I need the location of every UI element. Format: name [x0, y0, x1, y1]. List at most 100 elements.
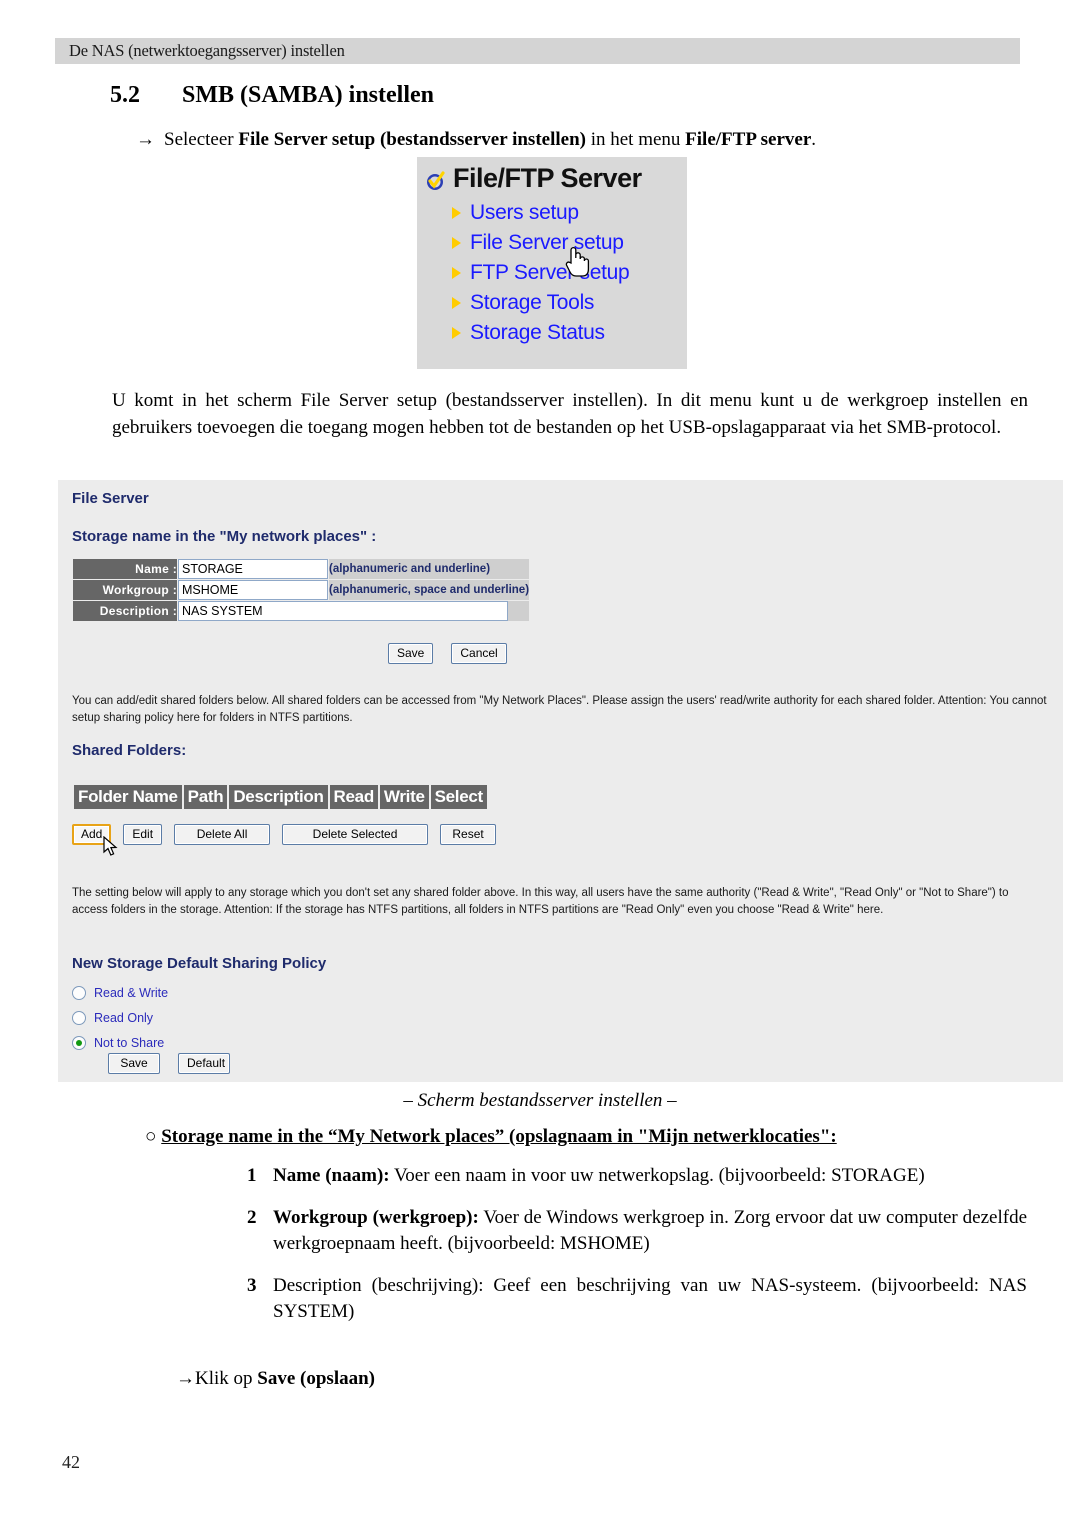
triangle-bullet-icon: [452, 207, 461, 219]
cancel-button[interactable]: Cancel: [451, 643, 507, 664]
ftp-menu-item-storage-tools[interactable]: Storage Tools: [452, 288, 687, 318]
ftp-menu-item-users-setup[interactable]: Users setup: [452, 198, 687, 228]
ftp-menu-item-label: Storage Tools: [470, 291, 595, 314]
figure-caption: – Scherm bestandsserver instellen –: [403, 1090, 677, 1111]
form-row-description: Description :: [72, 600, 531, 622]
column-header-select: Select: [430, 785, 487, 809]
sharing-policy-heading: New Storage Default Sharing Policy: [72, 955, 327, 972]
blue-circle-check-icon: [425, 168, 446, 190]
form-row-workgroup: Workgroup : (alphanumeric, space and und…: [72, 579, 531, 601]
column-header-folder-name: Folder Name: [74, 785, 182, 809]
ftp-menu-title: File/FTP Server: [417, 157, 687, 194]
radio-option-not-to-share[interactable]: Not to Share: [72, 1030, 168, 1055]
list-item-rest: Description (beschrijving): Geef een bes…: [273, 1275, 1027, 1322]
intro-text-3: .: [811, 129, 817, 150]
list-item: 2 Workgroup (werkgroep): Voer de Windows…: [247, 1205, 1027, 1256]
radio-icon[interactable]: [72, 1010, 86, 1025]
klik-bold: Save (opslaan): [257, 1368, 375, 1389]
policy-default-button[interactable]: Default: [178, 1053, 230, 1074]
running-header-text: De NAS (netwerktoegangsserver) instellen: [69, 41, 345, 60]
ftp-menu-item-storage-status[interactable]: Storage Status: [452, 318, 687, 348]
arrow-icon: →: [176, 1368, 195, 1389]
edit-button[interactable]: Edit: [123, 824, 163, 845]
running-header: De NAS (netwerktoegangsserver) instellen: [55, 38, 1020, 64]
ftp-menu-item-ftp-server-setup[interactable]: FTP Server setup: [452, 258, 687, 288]
workgroup-input[interactable]: [178, 580, 328, 600]
radio-label: Not to Share: [94, 1035, 165, 1050]
column-header-path: Path: [183, 785, 228, 809]
column-header-description: Description: [229, 785, 328, 809]
shared-folders-heading: Shared Folders:: [72, 742, 187, 759]
body-paragraph: U komt in het scherm File Server setup (…: [112, 390, 1028, 438]
storage-name-section-heading: ○ Storage name in the “My Network places…: [145, 1126, 1035, 1148]
shared-folders-actions: Add Edit Delete All Delete Selected Rese…: [72, 824, 497, 856]
list-item-bold: Name (naam):: [273, 1165, 390, 1186]
radio-option-read-write[interactable]: Read & Write: [72, 980, 168, 1005]
delete-selected-button[interactable]: Delete Selected: [282, 824, 429, 845]
ftp-menu-item-label: File Server setup: [470, 231, 624, 254]
ftp-menu-item-label: Storage Status: [470, 321, 605, 344]
circle-bullet-icon: ○: [145, 1126, 157, 1147]
sharing-policy-options: Read & Write Read Only Not to Share: [72, 980, 168, 1055]
workgroup-field-cell: [177, 579, 329, 601]
list-item: 3 Description (beschrijving): Geef een b…: [247, 1273, 1027, 1324]
ftp-menu-item-label: Users setup: [470, 201, 579, 224]
storage-name-actions: Save Cancel: [388, 643, 507, 664]
name-field-label: Name :: [72, 558, 178, 580]
workgroup-field-label: Workgroup :: [72, 579, 178, 601]
list-item-text: Description (beschrijving): Geef een bes…: [273, 1273, 1027, 1324]
radio-label: Read Only: [94, 1010, 154, 1025]
reset-button[interactable]: Reset: [440, 824, 497, 845]
sharing-policy-actions: Save Default: [108, 1053, 230, 1074]
section-title: SMB (SAMBA) instellen: [182, 82, 434, 108]
column-header-write: Write: [379, 785, 429, 809]
shared-folders-note: You can add/edit shared folders below. A…: [72, 695, 1047, 725]
ftp-menu-item-label: FTP Server setup: [470, 261, 630, 284]
klik-prefix: Klik op: [195, 1368, 258, 1389]
column-header-read: Read: [329, 785, 378, 809]
intro-text-2: in het menu: [585, 129, 686, 150]
triangle-bullet-icon: [452, 327, 461, 339]
list-item-number: 1: [247, 1165, 257, 1186]
triangle-bullet-icon: [452, 237, 461, 249]
ftp-menu-list: Users setup File Server setup FTP Server…: [417, 198, 687, 348]
name-input[interactable]: [178, 559, 328, 579]
delete-all-button[interactable]: Delete All: [174, 824, 271, 845]
storage-name-form: Name : (alphanumeric and underline) Work…: [72, 558, 531, 622]
ftp-server-menu-screenshot: File/FTP Server Users setup File Server …: [417, 157, 687, 369]
list-item-bold: Workgroup (werkgroep):: [273, 1207, 479, 1229]
list-item: 1 Name (naam): Voer een naam in voor uw …: [247, 1163, 1027, 1188]
list-item-number: 3: [247, 1275, 257, 1297]
sharing-policy-note: The setting below will apply to any stor…: [72, 887, 1009, 917]
list-item-number: 2: [247, 1207, 257, 1229]
list-item-text: Name (naam): Voer een naam in voor uw ne…: [273, 1163, 1027, 1188]
description-field-label: Description :: [72, 600, 178, 622]
intro-instruction: → Selecteer File Server setup (bestandsse…: [136, 128, 1026, 152]
radio-icon[interactable]: [72, 985, 86, 1000]
list-item-rest: Voer een naam in voor uw netwerkopslag. …: [389, 1165, 925, 1186]
policy-save-button[interactable]: Save: [108, 1053, 160, 1074]
add-button[interactable]: Add: [72, 824, 112, 845]
triangle-bullet-icon: [452, 297, 461, 309]
description-field-cell: [176, 600, 531, 622]
workgroup-field-hint: (alphanumeric, space and underline): [327, 579, 531, 601]
name-field-cell: [177, 558, 329, 580]
description-input[interactable]: [178, 601, 508, 621]
storage-name-section-heading-text: Storage name in the “My Network places” …: [161, 1126, 837, 1147]
arrow-icon: →: [136, 129, 155, 150]
ftp-menu-item-file-server-setup[interactable]: File Server setup: [452, 228, 687, 258]
intro-bold-2: File/FTP server: [685, 129, 812, 150]
webui-page-title: File Server: [72, 490, 149, 507]
page-number: 42: [62, 1452, 80, 1472]
shared-folders-table: Folder Name Path Description Read Write …: [72, 783, 489, 811]
storage-name-heading: Storage name in the "My network places" …: [72, 528, 377, 545]
section-number: 5.2: [110, 82, 140, 108]
intro-bold-1: File Server setup (bestandsserver instel…: [238, 129, 586, 150]
file-server-webui-screenshot: File Server Storage name in the "My netw…: [58, 480, 1063, 1082]
radio-icon-selected[interactable]: [72, 1035, 86, 1050]
intro-text-1: Selecteer: [164, 129, 239, 150]
form-row-name: Name : (alphanumeric and underline): [72, 558, 531, 580]
save-button[interactable]: Save: [388, 643, 434, 664]
table-header-row: Folder Name Path Description Read Write …: [74, 785, 487, 809]
radio-option-read-only[interactable]: Read Only: [72, 1005, 168, 1030]
